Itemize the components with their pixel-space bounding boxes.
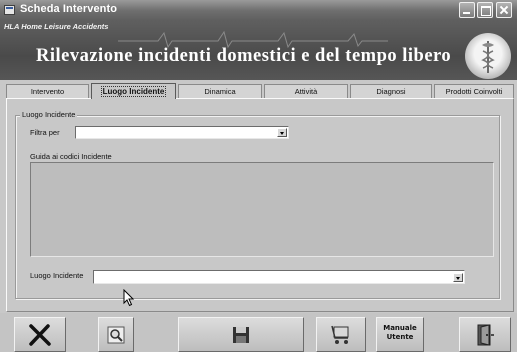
scheda-intervento-window: Scheda Intervento HLA Home Leisure Accid… — [0, 0, 517, 352]
chevron-down-icon[interactable] — [453, 273, 463, 282]
exit-door-icon — [477, 323, 494, 346]
guide-codes-box — [30, 162, 494, 257]
tab-dinamica[interactable]: Dinamica — [178, 84, 262, 98]
preview-button[interactable] — [98, 317, 134, 352]
exit-button[interactable] — [459, 317, 511, 352]
tab-diagnosi[interactable]: Diagnosi — [350, 84, 432, 98]
tab-label: Prodotti Coinvolti — [445, 87, 503, 96]
banner-subtitle: HLA Home Leisure Accidents — [4, 22, 109, 31]
filter-dropdown[interactable] — [75, 126, 289, 139]
close-window-button[interactable] — [496, 2, 512, 18]
user-manual-button[interactable]: Manuale Utente — [376, 317, 424, 352]
app-window-icon[interactable] — [4, 5, 15, 15]
banner-title: Rilevazione incidenti domestici e del te… — [36, 46, 452, 66]
tab-intervento[interactable]: Intervento — [6, 84, 89, 98]
caduceus-emblem-icon — [465, 33, 511, 79]
tab-attivita[interactable]: Attività — [264, 84, 348, 98]
manual-label-line1: Manuale — [383, 324, 417, 332]
guide-label: Guida ai codici Incidente — [30, 152, 112, 161]
manual-label-line2: Utente — [386, 333, 414, 341]
title-bar[interactable]: Scheda Intervento — [0, 0, 517, 21]
tab-label: Diagnosi — [376, 87, 406, 96]
manual-label: Manuale Utente — [377, 324, 423, 342]
cancel-button[interactable] — [14, 317, 66, 352]
tab-luogo-incidente[interactable]: Luogo Incidente — [91, 83, 176, 99]
luogo-incidente-dropdown[interactable] — [93, 270, 465, 284]
products-button[interactable] — [316, 317, 366, 352]
save-button[interactable] — [178, 317, 304, 352]
filter-label: Filtra per — [30, 128, 60, 137]
maximize-button[interactable] — [477, 2, 493, 18]
mouse-pointer-icon — [123, 289, 135, 307]
tab-prodotti-coinvolti[interactable]: Prodotti Coinvolti — [434, 84, 514, 98]
tab-label: Dinamica — [204, 87, 236, 96]
zoom-preview-icon — [107, 326, 125, 343]
cart-icon — [331, 325, 349, 344]
minimize-button[interactable] — [459, 2, 475, 18]
header-banner: HLA Home Leisure Accidents Rilevazione i… — [0, 21, 517, 80]
save-disk-icon — [233, 326, 249, 343]
chevron-down-icon[interactable] — [277, 128, 287, 137]
groupbox-title: Luogo Incidente — [20, 110, 78, 119]
tab-label: Luogo Incidente — [100, 86, 167, 97]
window-title: Scheda Intervento — [20, 3, 118, 15]
luogo-incidente-label: Luogo Incidente — [30, 271, 84, 280]
tab-label: Attività — [294, 87, 318, 96]
close-x-icon — [29, 323, 51, 346]
tab-label: Intervento — [30, 87, 65, 96]
